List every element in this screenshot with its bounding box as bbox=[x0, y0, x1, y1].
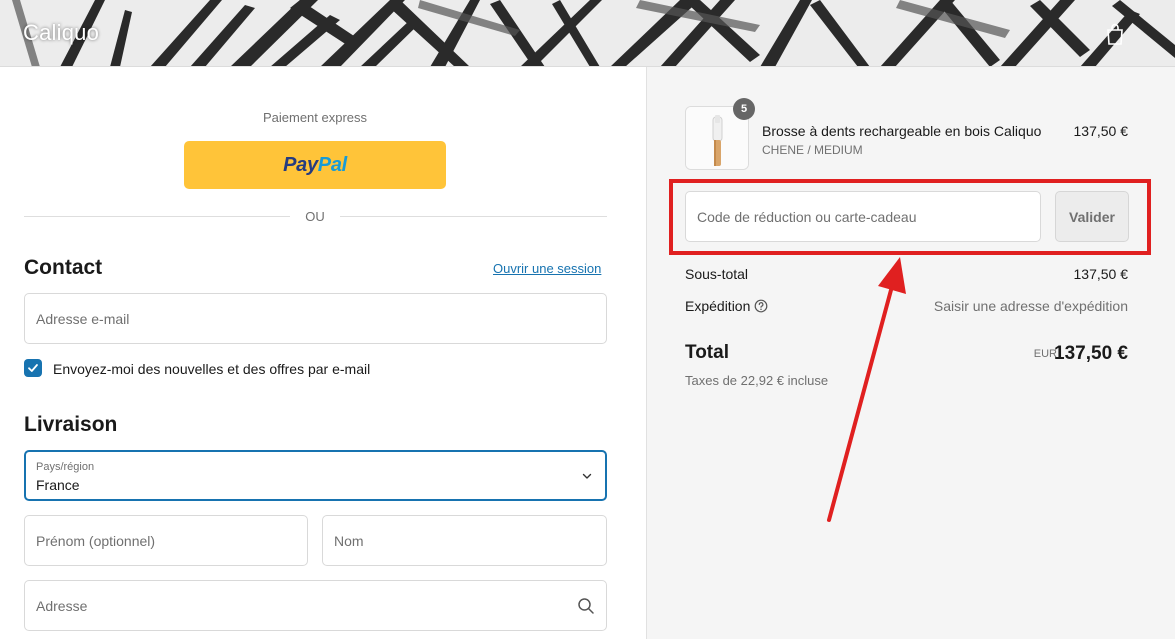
firstname-placeholder: Prénom (optionnel) bbox=[36, 532, 156, 549]
lastname-field[interactable]: Nom bbox=[322, 515, 607, 566]
paypal-logo-part1: Pay bbox=[283, 153, 318, 176]
product-name: Brosse à dents rechargeable en bois Cali… bbox=[762, 123, 1042, 139]
tax-note: Taxes de 22,92 € incluse bbox=[685, 373, 829, 388]
search-icon[interactable] bbox=[577, 597, 595, 615]
total-value: 137,50 € bbox=[1054, 343, 1128, 364]
chevron-down-icon bbox=[582, 473, 592, 479]
country-label: Pays/région bbox=[36, 461, 95, 473]
paypal-logo-part2: Pal bbox=[317, 153, 347, 176]
header-banner: Caliquo bbox=[0, 0, 1175, 67]
address-placeholder: Adresse bbox=[36, 597, 88, 614]
divider-right bbox=[340, 216, 607, 217]
express-checkout-label: Paiement express bbox=[262, 110, 368, 125]
firstname-field[interactable]: Prénom (optionnel) bbox=[24, 515, 308, 566]
palm-leaves-background bbox=[0, 0, 1175, 66]
lastname-placeholder: Nom bbox=[334, 532, 364, 549]
validate-button[interactable]: Valider bbox=[1055, 191, 1129, 242]
checkout-form-column: Paiement express Pay Pal OU Contact Ouvri… bbox=[0, 67, 646, 639]
product-variant: CHENE / MEDIUM bbox=[762, 143, 863, 157]
order-summary-column: 5 Brosse à dents rechargeable en bois Ca… bbox=[646, 67, 1175, 639]
shipping-heading: Livraison bbox=[24, 413, 118, 436]
login-link[interactable]: Ouvrir une session bbox=[493, 261, 601, 276]
subtotal-label: Sous-total bbox=[685, 266, 749, 282]
quantity-badge: 5 bbox=[733, 98, 755, 120]
newsletter-label[interactable]: Envoyez-moi des nouvelles et des offres … bbox=[53, 361, 370, 377]
country-value: France bbox=[36, 477, 80, 493]
brand-logo[interactable]: Caliquo bbox=[23, 20, 99, 46]
divider-or-label: OU bbox=[305, 209, 325, 224]
shopping-bag-icon[interactable] bbox=[1106, 23, 1124, 45]
info-icon[interactable] bbox=[754, 299, 768, 313]
email-field[interactable]: Adresse e-mail bbox=[24, 293, 607, 344]
subtotal-value: 137,50 € bbox=[1073, 266, 1129, 282]
paypal-button[interactable]: Pay Pal bbox=[184, 141, 446, 189]
contact-heading: Contact bbox=[24, 256, 103, 279]
newsletter-checkbox[interactable] bbox=[24, 359, 42, 377]
address-field[interactable]: Adresse bbox=[24, 580, 607, 631]
divider-left bbox=[24, 216, 290, 217]
shipping-value: Saisir une adresse d'expédition bbox=[933, 298, 1128, 314]
discount-placeholder: Code de réduction ou carte-cadeau bbox=[697, 209, 917, 225]
country-select[interactable]: Pays/région France bbox=[24, 450, 607, 501]
total-label: Total bbox=[685, 342, 729, 363]
discount-code-input[interactable]: Code de réduction ou carte-cadeau bbox=[685, 191, 1041, 242]
shipping-label: Expédition bbox=[685, 298, 751, 314]
email-placeholder: Adresse e-mail bbox=[36, 310, 130, 327]
product-price: 137,50 € bbox=[1073, 123, 1129, 139]
checkmark-icon bbox=[28, 364, 38, 372]
